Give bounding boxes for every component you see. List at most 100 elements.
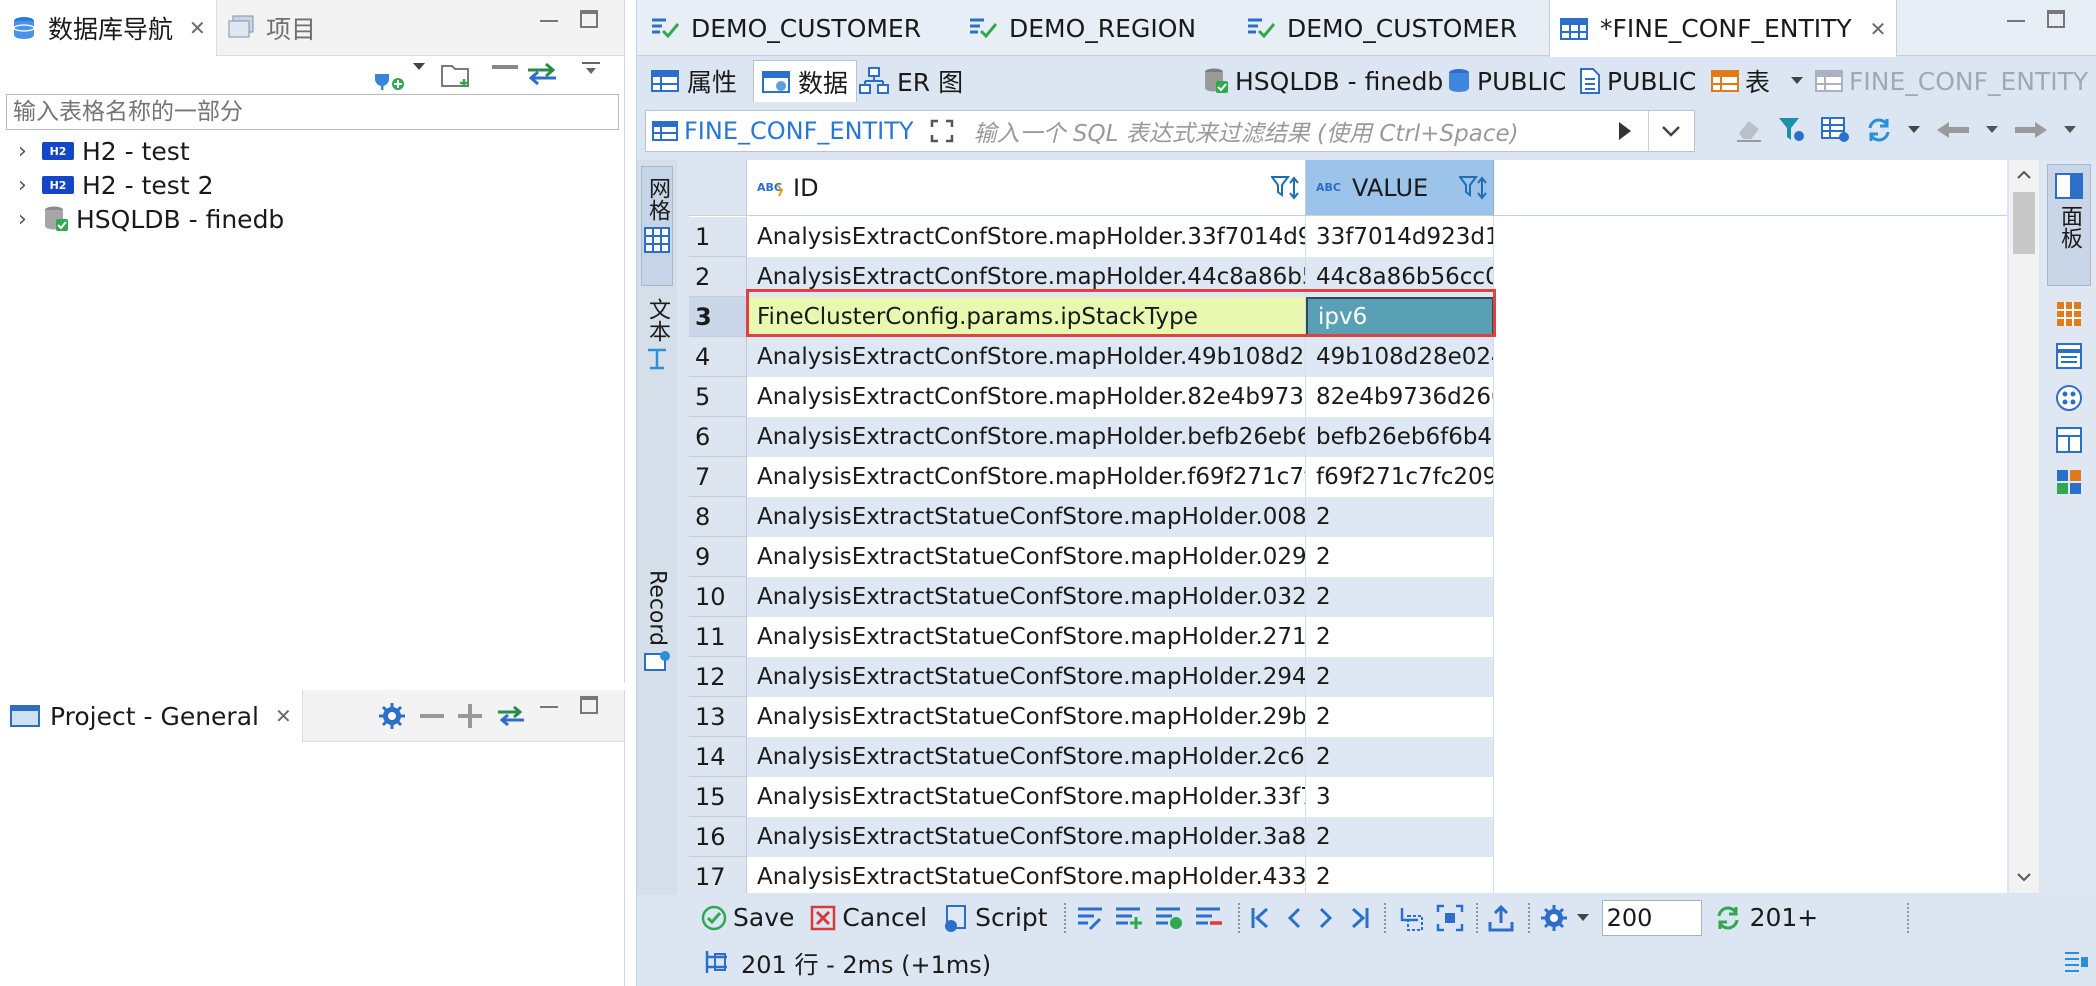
breadcrumb-schema[interactable]: PUBLIC xyxy=(1579,64,1696,98)
table-row[interactable]: 17 AnalysisExtractStatueConfStore.mapHol… xyxy=(689,857,2007,893)
grid-settings-icon[interactable] xyxy=(1821,116,1851,144)
cell-value[interactable]: 2 xyxy=(1306,817,1494,857)
cell-value[interactable]: 2 xyxy=(1306,497,1494,537)
previous-page-icon[interactable] xyxy=(1286,906,1302,930)
minimize-icon[interactable] xyxy=(540,10,558,22)
tree-item-h2-test[interactable]: › H2 H2 - test xyxy=(0,134,624,168)
fit-columns-icon[interactable] xyxy=(1436,904,1464,932)
cell-value[interactable]: 3 xyxy=(1306,777,1494,817)
cell-id[interactable]: FineClusterConfig.params.ipStackType xyxy=(747,297,1306,337)
tab-properties[interactable]: 属性 xyxy=(643,60,745,102)
cell-id[interactable]: AnalysisExtractConfStore.mapHolder.82e4b… xyxy=(747,377,1306,417)
cell-value[interactable]: 44c8a86b56cc047a xyxy=(1306,257,1494,297)
cell-id[interactable]: AnalysisExtractStatueConfStore.mapHolder… xyxy=(747,697,1306,737)
row-number[interactable]: 12 xyxy=(689,657,747,697)
row-number[interactable]: 11 xyxy=(689,617,747,657)
sql-filter-input[interactable]: 输入一个 SQL 表达式来过滤结果 (使用 Ctrl+Space) xyxy=(974,114,1519,148)
row-number[interactable]: 14 xyxy=(689,737,747,777)
aggregate-panel-icon[interactable] xyxy=(2055,468,2083,496)
cell-value[interactable]: 2 xyxy=(1306,537,1494,577)
cell-id[interactable]: AnalysisExtractStatueConfStore.mapHolder… xyxy=(747,537,1306,577)
row-number[interactable]: 8 xyxy=(689,497,747,537)
grouping-panel-icon[interactable] xyxy=(2055,384,2083,412)
calculator-panel-icon[interactable] xyxy=(2055,300,2083,328)
eraser-icon[interactable] xyxy=(1735,117,1763,143)
chevron-down-icon[interactable] xyxy=(1790,76,1804,86)
cell-value[interactable]: 2 xyxy=(1306,857,1494,893)
breadcrumb-entity[interactable]: FINE_CONF_ENTITY xyxy=(1815,64,2088,98)
next-page-icon[interactable] xyxy=(1318,906,1334,930)
cell-value[interactable]: 2 xyxy=(1306,657,1494,697)
column-header-id[interactable]: ABC ID xyxy=(747,160,1306,216)
cell-value[interactable]: 2 xyxy=(1306,617,1494,657)
cell-value[interactable]: befb26eb6f6b40ce xyxy=(1306,417,1494,457)
link-with-editor-icon[interactable] xyxy=(496,705,526,727)
table-row[interactable]: 13 AnalysisExtractStatueConfStore.mapHol… xyxy=(689,697,2007,737)
table-row[interactable]: 5 AnalysisExtractConfStore.mapHolder.82e… xyxy=(689,377,2007,417)
history-back-icon[interactable] xyxy=(1935,120,1971,140)
cell-id[interactable]: AnalysisExtractConfStore.mapHolder.befb2… xyxy=(747,417,1306,457)
chevron-right-icon[interactable]: › xyxy=(18,207,42,232)
row-number[interactable]: 6 xyxy=(689,417,747,457)
collapse-all-icon[interactable] xyxy=(420,711,444,721)
fetch-next-label[interactable]: 201+ xyxy=(1750,903,1819,932)
fetch-size-input[interactable]: 200 xyxy=(1601,899,1702,936)
tab-text-view[interactable]: 文本 xyxy=(641,298,673,408)
column-header-value[interactable]: ABC VALUE xyxy=(1306,160,1494,216)
row-number[interactable]: 1 xyxy=(689,217,747,257)
table-row[interactable]: 10 AnalysisExtractStatueConfStore.mapHol… xyxy=(689,577,2007,617)
collapse-all-icon[interactable] xyxy=(492,62,518,72)
gear-icon[interactable] xyxy=(378,702,406,730)
edit-row-icon[interactable] xyxy=(1076,905,1104,931)
tab-projects[interactable]: 项目 xyxy=(218,0,326,56)
add-row-icon[interactable] xyxy=(1114,905,1144,931)
chevron-down-icon[interactable] xyxy=(1907,125,1921,135)
cell-value[interactable]: 2 xyxy=(1306,697,1494,737)
table-row[interactable]: 8 AnalysisExtractStatueConfStore.mapHold… xyxy=(689,497,2007,537)
close-icon[interactable]: ✕ xyxy=(1870,17,1887,41)
refresh-icon[interactable] xyxy=(1865,116,1893,144)
tab-grid-view[interactable]: 网格 xyxy=(641,166,673,286)
scrollbar-thumb[interactable] xyxy=(2013,192,2035,254)
apply-filter-icon[interactable] xyxy=(1618,121,1632,141)
cell-id[interactable]: AnalysisExtractStatueConfStore.mapHolder… xyxy=(747,497,1306,537)
tab-database-navigator[interactable]: 数据库导航 ✕ xyxy=(0,0,217,56)
table-name-filter-input[interactable] xyxy=(6,94,619,130)
cell-id[interactable]: AnalysisExtractStatueConfStore.mapHolder… xyxy=(747,657,1306,697)
cell-id[interactable]: AnalysisExtractConfStore.mapHolder.f69f2… xyxy=(747,457,1306,497)
row-number[interactable]: 17 xyxy=(689,857,747,893)
tab-record-view[interactable]: Record xyxy=(641,570,673,672)
breadcrumb-datasource[interactable]: HSQLDB - finedb xyxy=(1203,64,1443,98)
editor-tab-demo-region[interactable]: DEMO_REGION xyxy=(959,0,1206,56)
table-row[interactable]: 2 AnalysisExtractConfStore.mapHolder.44c… xyxy=(689,257,2007,297)
table-row[interactable]: 7 AnalysisExtractConfStore.mapHolder.f69… xyxy=(689,457,2007,497)
expand-icon[interactable] xyxy=(930,119,954,143)
column-filter-sort-icon[interactable] xyxy=(1271,175,1301,201)
filter-settings-icon[interactable] xyxy=(1777,116,1807,144)
row-number[interactable]: 10 xyxy=(689,577,747,617)
fetch-all-icon[interactable] xyxy=(1396,904,1424,932)
close-icon[interactable]: ✕ xyxy=(189,16,206,40)
cell-value-selected[interactable]: ipv6 xyxy=(1306,297,1494,337)
row-number[interactable]: 4 xyxy=(689,337,747,377)
table-row[interactable]: 16 AnalysisExtractStatueConfStore.mapHol… xyxy=(689,817,2007,857)
table-row[interactable]: 6 AnalysisExtractConfStore.mapHolder.bef… xyxy=(689,417,2007,457)
script-button[interactable]: Script xyxy=(943,903,1048,932)
row-number[interactable]: 16 xyxy=(689,817,747,857)
close-icon[interactable]: ✕ xyxy=(275,704,292,728)
table-row[interactable]: 9 AnalysisExtractStatueConfStore.mapHold… xyxy=(689,537,2007,577)
row-number[interactable]: 5 xyxy=(689,377,747,417)
editor-tab-demo-customer[interactable]: DEMO_CUSTOMER xyxy=(641,0,931,56)
filter-entity-selector[interactable]: FINE_CONF_ENTITY xyxy=(646,117,914,145)
chevron-down-icon[interactable] xyxy=(2063,125,2077,135)
expand-all-icon[interactable] xyxy=(458,704,482,728)
save-button[interactable]: Save xyxy=(701,903,794,932)
editor-tab-demo-customer-2[interactable]: DEMO_CUSTOMER xyxy=(1237,0,1527,56)
row-number[interactable]: 2 xyxy=(689,257,747,297)
link-with-editor-icon[interactable] xyxy=(526,62,558,86)
delete-row-icon[interactable] xyxy=(1194,905,1224,931)
toggle-panels-icon[interactable] xyxy=(2063,949,2089,975)
tab-er-diagram[interactable]: ER 图 xyxy=(851,60,971,102)
column-filter-sort-icon[interactable] xyxy=(1459,175,1489,201)
cell-id[interactable]: AnalysisExtractConfStore.mapHolder.33f70… xyxy=(747,217,1306,257)
